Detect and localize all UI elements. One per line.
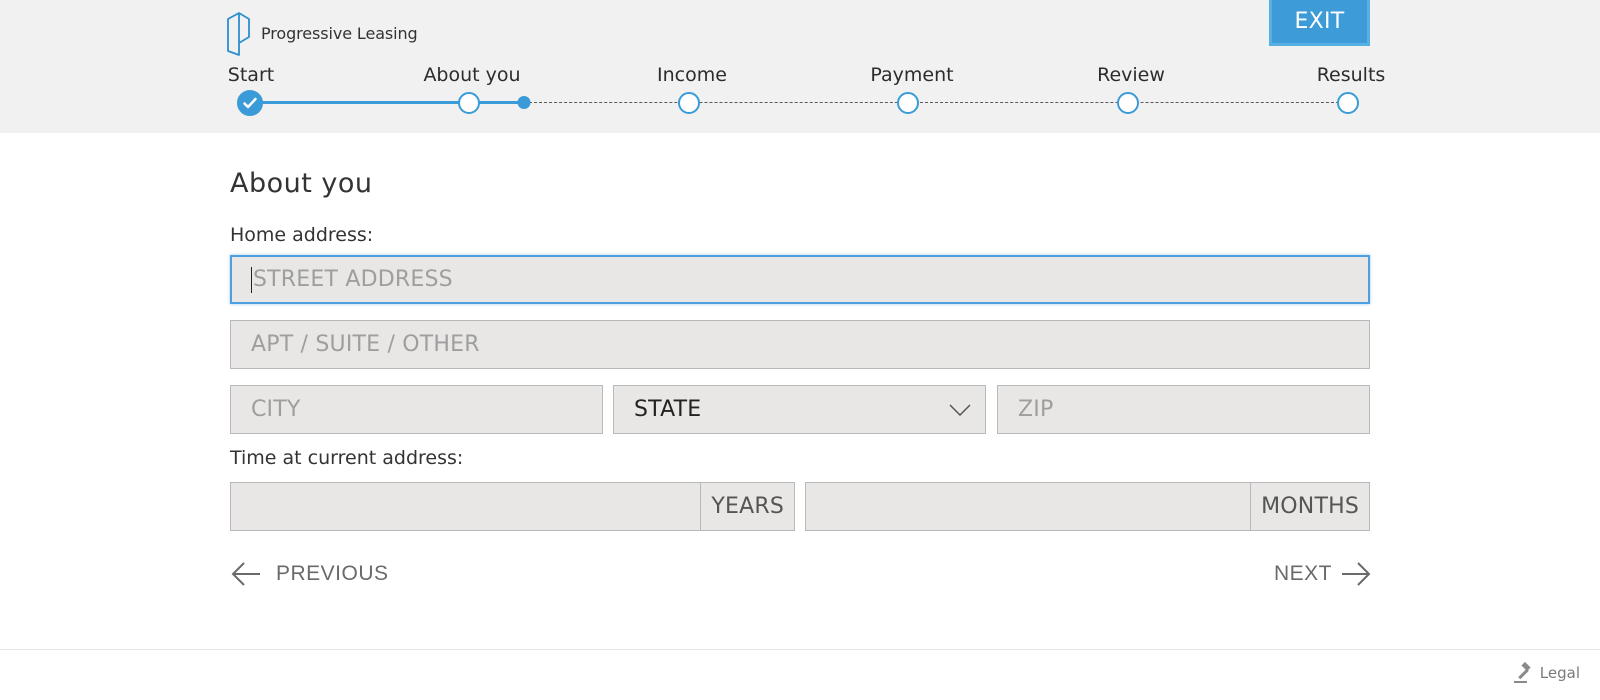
step-node-review [1117, 92, 1139, 114]
step-node-results [1337, 92, 1359, 114]
legal-link[interactable]: Legal [1513, 662, 1580, 684]
state-selected-value: STATE [634, 397, 702, 422]
gavel-icon [1513, 662, 1531, 683]
step-label-income: Income [657, 64, 727, 86]
step-label-review: Review [1097, 64, 1165, 86]
progress-position-dot [517, 96, 531, 109]
step-node-income [678, 92, 700, 114]
progress-track-remaining [524, 102, 1349, 103]
apt-suite-input[interactable]: APT / SUITE / OTHER [230, 320, 1370, 369]
previous-label: PREVIOUS [276, 562, 389, 585]
step-label-start: Start [227, 64, 275, 86]
arrow-right-icon [1342, 562, 1371, 586]
next-label: NEXT [1274, 562, 1333, 585]
step-label-payment: Payment [870, 64, 954, 86]
arrow-left-icon [231, 562, 260, 586]
city-placeholder: CITY [251, 397, 301, 422]
checkmark-icon [243, 97, 257, 109]
step-node-about-you[interactable] [458, 92, 480, 114]
months-input-group: MONTHS [805, 482, 1370, 531]
brand-logo[interactable]: Progressive Leasing [225, 11, 418, 57]
chevron-down-icon [949, 403, 971, 416]
next-button[interactable]: NEXT [1274, 560, 1372, 588]
progress-track-completed [250, 101, 524, 104]
zip-input[interactable]: ZIP [997, 385, 1370, 434]
city-input[interactable]: CITY [230, 385, 603, 434]
legal-label: Legal [1539, 664, 1580, 682]
zip-placeholder: ZIP [1018, 397, 1054, 422]
page-title: About you [230, 168, 373, 199]
years-suffix: YEARS [700, 483, 794, 530]
years-input[interactable] [231, 483, 700, 530]
progress-stepper: Start About you Income Payment Review Re… [0, 60, 1600, 120]
step-node-payment [897, 92, 919, 114]
home-address-label: Home address: [230, 224, 374, 246]
footer: Legal [0, 649, 1600, 700]
time-at-address-label: Time at current address: [230, 447, 464, 469]
brand-name: Progressive Leasing [261, 23, 418, 43]
years-input-group: YEARS [230, 482, 795, 531]
months-input[interactable] [806, 483, 1250, 530]
state-select[interactable]: STATE [613, 385, 986, 434]
step-label-about-you: About you [423, 64, 521, 86]
previous-button[interactable]: PREVIOUS [230, 560, 389, 588]
step-node-start[interactable] [237, 90, 263, 116]
text-caret [251, 266, 252, 293]
exit-button[interactable]: EXIT [1269, 0, 1370, 46]
street-address-placeholder: STREET ADDRESS [253, 267, 453, 292]
progressive-logo-icon [227, 12, 250, 56]
street-address-input[interactable]: STREET ADDRESS [230, 255, 1370, 304]
apt-suite-placeholder: APT / SUITE / OTHER [251, 332, 480, 357]
months-suffix: MONTHS [1250, 483, 1369, 530]
header: Progressive Leasing EXIT Start About you… [0, 0, 1600, 133]
step-label-results: Results [1316, 64, 1386, 86]
